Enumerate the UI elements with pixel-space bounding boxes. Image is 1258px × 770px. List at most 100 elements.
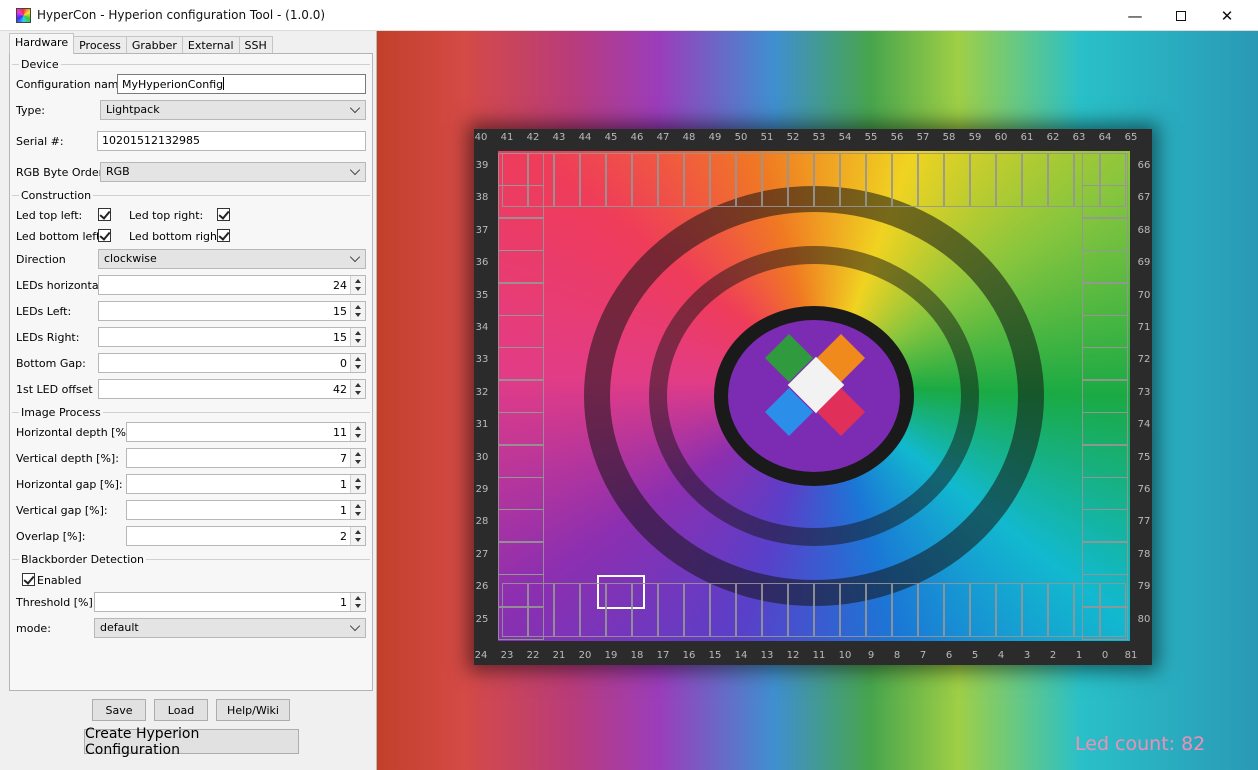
leds-left-spinner[interactable]: 15 xyxy=(98,301,366,321)
spinner-arrows[interactable] xyxy=(350,527,365,545)
led-index-label: 75 xyxy=(1137,451,1151,463)
help-wiki-button[interactable]: Help/Wiki xyxy=(216,699,290,721)
horizontal-depth-spinner[interactable]: 11 xyxy=(126,422,366,442)
mode-select[interactable]: default xyxy=(94,618,366,638)
tab-ssh[interactable]: SSH xyxy=(238,36,273,54)
create-config-button[interactable]: Create Hyperion Configuration xyxy=(84,726,299,758)
overlap-spinner[interactable]: 2 xyxy=(126,526,366,546)
led-index-label: 70 xyxy=(1137,289,1151,301)
leds-right-spinner[interactable]: 15 xyxy=(98,327,366,347)
config-name-field[interactable]: MyHyperionConfig xyxy=(117,74,366,94)
led-index-label: 6 xyxy=(945,650,953,661)
horizontal-depth-label: Horizontal depth [%]: xyxy=(16,426,134,439)
tab-process[interactable]: Process xyxy=(73,36,127,54)
save-button[interactable]: Save xyxy=(92,699,146,721)
led-cell xyxy=(554,583,580,637)
screen-frame: 40 41 42 43 44 45 46 47 48 49 50 51 52 53 54 55 56 57 58 59… xyxy=(474,129,1152,665)
tab-external[interactable]: External xyxy=(181,36,240,54)
load-button[interactable]: Load xyxy=(154,699,208,721)
led-top-right-checkbox[interactable] xyxy=(217,208,230,221)
bottom-gap-spinner[interactable]: 0 xyxy=(98,353,366,373)
led-index-label: 20 xyxy=(578,650,592,661)
led-cell xyxy=(736,153,762,207)
led-index-label: 28 xyxy=(475,516,489,528)
mode-label: mode: xyxy=(16,622,51,635)
led-cell xyxy=(840,153,866,207)
spinner-arrows[interactable] xyxy=(350,328,365,346)
spinner-arrows[interactable] xyxy=(350,276,365,294)
direction-label: Direction xyxy=(16,253,66,266)
led-index-label: 11 xyxy=(812,650,826,661)
led-bottom-right-checkbox[interactable] xyxy=(217,229,230,242)
led-cell xyxy=(1082,379,1128,413)
led-cell xyxy=(498,412,544,446)
spinner-arrows[interactable] xyxy=(350,501,365,519)
type-label: Type: xyxy=(16,104,45,117)
led-offset-spinner[interactable]: 42 xyxy=(98,379,366,399)
chevron-down-icon xyxy=(349,102,361,114)
leds-right-label: LEDs Right: xyxy=(16,331,80,344)
threshold-spinner[interactable]: 1 xyxy=(94,592,366,612)
type-value: Lightpack xyxy=(106,103,160,116)
leds-horizontal-spinner[interactable]: 24 xyxy=(98,275,366,295)
led-index-label: 43 xyxy=(552,132,566,143)
led-cell xyxy=(788,153,814,207)
arrow-up-icon xyxy=(355,478,361,482)
leds-left-value: 15 xyxy=(333,305,347,318)
bottom-gap-value: 0 xyxy=(340,357,347,370)
rgb-order-label: RGB Byte Order: xyxy=(16,166,107,179)
spinner-arrows[interactable] xyxy=(350,354,365,372)
window-title: HyperCon - Hyperion configuration Tool -… xyxy=(37,8,326,22)
led-cell xyxy=(498,509,544,543)
led-offset-label: 1st LED offset xyxy=(16,383,93,396)
led-index-label: 35 xyxy=(475,289,489,301)
minimize-button[interactable]: — xyxy=(1112,0,1158,31)
led-cell xyxy=(840,583,866,637)
led-cell xyxy=(1082,574,1128,608)
arrow-down-icon xyxy=(355,538,361,542)
led-bottom-left-checkbox[interactable] xyxy=(98,229,111,242)
led-index-label: 77 xyxy=(1137,516,1151,528)
vertical-gap-spinner[interactable]: 1 xyxy=(126,500,366,520)
horizontal-gap-spinner[interactable]: 1 xyxy=(126,474,366,494)
tab-hardware[interactable]: Hardware xyxy=(9,33,75,54)
text-caret xyxy=(223,77,225,90)
led-index-label: 63 xyxy=(1072,132,1086,143)
arrow-down-icon xyxy=(355,512,361,516)
led-index-label: 33 xyxy=(475,354,489,366)
led-cell xyxy=(498,444,544,478)
led-cell xyxy=(1082,412,1128,446)
minimize-icon: — xyxy=(1127,6,1143,25)
direction-select[interactable]: clockwise xyxy=(98,249,366,269)
close-button[interactable]: ✕ xyxy=(1204,0,1250,31)
led-cell xyxy=(606,583,632,637)
led-index-label: 15 xyxy=(708,650,722,661)
blackborder-enabled-checkbox[interactable] xyxy=(22,573,35,586)
tab-grabber[interactable]: Grabber xyxy=(125,36,183,54)
spinner-arrows[interactable] xyxy=(350,449,365,467)
spinner-arrows[interactable] xyxy=(350,593,365,611)
vertical-depth-spinner[interactable]: 7 xyxy=(126,448,366,468)
led-cell xyxy=(918,583,944,637)
serial-field[interactable]: 10201512132985 xyxy=(97,131,366,151)
vertical-depth-label: Vertical depth [%]: xyxy=(16,452,119,465)
led-index-label: 67 xyxy=(1137,192,1151,204)
spinner-arrows[interactable] xyxy=(350,380,365,398)
led-bottom-right-label: Led bottom right: xyxy=(129,230,226,243)
maximize-button[interactable] xyxy=(1158,0,1204,31)
led-index-label: 59 xyxy=(968,132,982,143)
spinner-arrows[interactable] xyxy=(350,423,365,441)
arrow-down-icon xyxy=(355,313,361,317)
type-select[interactable]: Lightpack xyxy=(100,100,366,120)
led-index-label: 34 xyxy=(475,322,489,333)
led-cell xyxy=(970,153,996,207)
rgb-order-select[interactable]: RGB xyxy=(100,162,366,182)
led-index-label: 13 xyxy=(760,650,774,661)
led-cell xyxy=(684,153,710,207)
led-index-label: 16 xyxy=(682,650,696,661)
led-index-label: 25 xyxy=(475,613,489,625)
spinner-arrows[interactable] xyxy=(350,302,365,320)
spinner-arrows[interactable] xyxy=(350,475,365,493)
led-top-left-checkbox[interactable] xyxy=(98,208,111,221)
arrow-up-icon xyxy=(355,305,361,309)
